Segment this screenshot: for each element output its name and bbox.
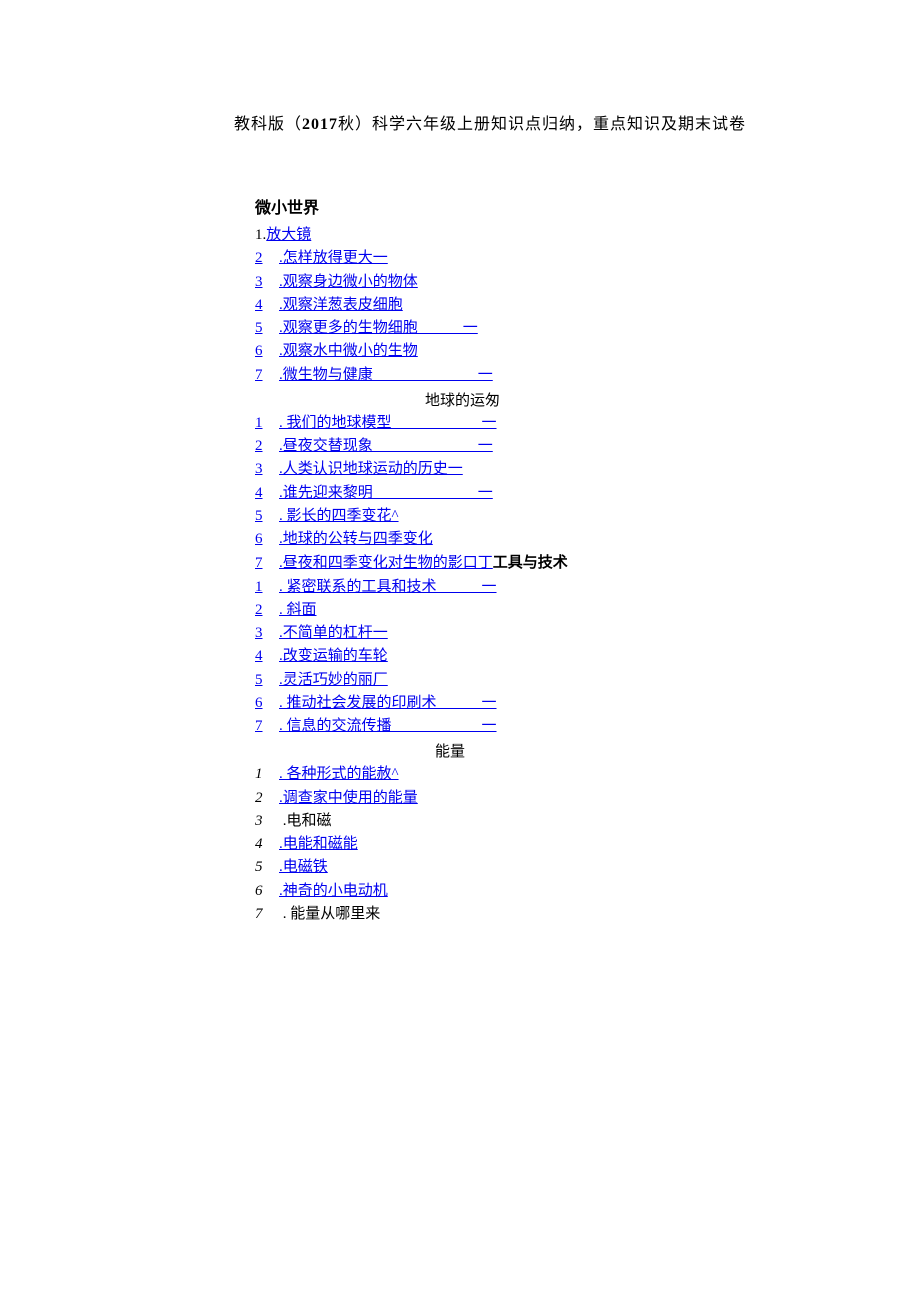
toc-number: 4 xyxy=(255,833,265,856)
toc-link[interactable]: .观察水中微小的生物 xyxy=(279,343,418,359)
toc-item: 1 . 紧密联系的工具和技术 一 xyxy=(255,576,840,599)
toc-item: 5 .电磁铁 xyxy=(255,856,840,879)
toc-link[interactable]: .改变运输的车轮 xyxy=(279,648,388,664)
toc-item: 3 .电和磁 xyxy=(255,810,840,833)
toc-number[interactable]: 4 xyxy=(255,482,265,505)
toc-number: 3 xyxy=(255,810,265,833)
toc-number[interactable]: 3 xyxy=(255,458,265,481)
toc-link[interactable]: .昼夜和四季变化对生物的影口丁 xyxy=(279,555,493,571)
toc-item: 4 .改变运输的车轮 xyxy=(255,645,840,668)
toc-link[interactable]: .神奇的小电动机 xyxy=(279,883,388,899)
toc-item: 6 .观察水中微小的生物 xyxy=(255,340,840,363)
toc-link: . 能量从哪里来 xyxy=(279,906,380,922)
toc-number[interactable]: 7 xyxy=(255,715,265,738)
toc-item: 2 .昼夜交替现象 一 xyxy=(255,435,840,458)
toc-number: 7 xyxy=(255,903,265,926)
toc-number[interactable]: 2 xyxy=(255,435,265,458)
toc-number[interactable]: 5 xyxy=(255,317,265,340)
toc-number: 1. xyxy=(255,224,266,247)
toc-item: 1.放大镜 xyxy=(255,224,840,247)
section-heading: 微小世界 xyxy=(255,194,840,218)
toc-link[interactable]: 放大镜 xyxy=(266,227,311,243)
toc-link[interactable]: .地球的公转与四季变化 xyxy=(279,531,433,547)
toc-link[interactable]: .谁先迎来黎明 一 xyxy=(279,485,493,501)
toc-item: 5 .灵活巧妙的丽厂 xyxy=(255,669,840,692)
toc-link[interactable]: .观察洋葱表皮细胞 xyxy=(279,297,403,313)
toc-item: 3 .不简单的杠杆一 xyxy=(255,622,840,645)
toc-number[interactable]: 7 xyxy=(255,552,265,575)
toc-number[interactable]: 5 xyxy=(255,505,265,528)
document-page: 教科版（2017秋）科学六年级上册知识点归纳，重点知识及期末试卷 微小世界 1.放… xyxy=(0,0,920,1026)
toc-link[interactable]: .微生物与健康 一 xyxy=(279,367,493,383)
toc-link[interactable]: . 推动社会发展的印刷术 一 xyxy=(279,695,497,711)
toc-link[interactable]: .电磁铁 xyxy=(279,859,328,875)
toc-item: 7 . 信息的交流传播 一 xyxy=(255,715,840,738)
toc-link[interactable]: .昼夜交替现象 一 xyxy=(279,438,493,454)
toc-item: 4 .电能和磁能 xyxy=(255,833,840,856)
toc-number[interactable]: 4 xyxy=(255,294,265,317)
toc-item: 1 . 各种形式的能赦^ xyxy=(255,763,840,786)
toc-number[interactable]: 6 xyxy=(255,528,265,551)
toc-link[interactable]: . 斜面 xyxy=(279,602,317,618)
toc-number[interactable]: 3 xyxy=(255,271,265,294)
toc-number[interactable]: 6 xyxy=(255,340,265,363)
toc-item: 5 .观察更多的生物细胞 一 xyxy=(255,317,840,340)
toc-number: 2 xyxy=(255,787,265,810)
toc-item: 2 . 斜面 xyxy=(255,599,840,622)
toc-number[interactable]: 1 xyxy=(255,576,265,599)
inline-section-heading: 工具与技术 xyxy=(493,554,568,571)
toc-number[interactable]: 2 xyxy=(255,599,265,622)
toc-link[interactable]: .观察身边微小的物体 xyxy=(279,274,418,290)
toc-link[interactable]: .灵活巧妙的丽厂 xyxy=(279,672,388,688)
toc-number[interactable]: 5 xyxy=(255,669,265,692)
toc-item: 3 .观察身边微小的物体 xyxy=(255,271,840,294)
toc-link[interactable]: . 我们的地球模型 一 xyxy=(279,415,497,431)
title-suffix: 秋）科学六年级上册知识点归纳，重点知识及期末试卷 xyxy=(338,116,746,133)
toc-number[interactable]: 1 xyxy=(255,412,265,435)
section-separator: 地球的运匆 xyxy=(425,389,840,410)
toc-link[interactable]: .调查家中使用的能量 xyxy=(279,790,418,806)
toc-number: 6 xyxy=(255,880,265,903)
toc-number: 5 xyxy=(255,856,265,879)
toc-number[interactable]: 3 xyxy=(255,622,265,645)
toc-item: 6 .神奇的小电动机 xyxy=(255,880,840,903)
table-of-contents: 微小世界1.放大镜2.怎样放得更大一3.观察身边微小的物体4.观察洋葱表皮细胞5… xyxy=(255,194,840,926)
section-separator: 能量 xyxy=(435,740,840,761)
toc-link[interactable]: .电能和磁能 xyxy=(279,836,358,852)
toc-link: .电和磁 xyxy=(279,813,332,829)
toc-link[interactable]: . 紧密联系的工具和技术 一 xyxy=(279,579,497,595)
toc-item: 2 .调查家中使用的能量 xyxy=(255,787,840,810)
toc-link[interactable]: .观察更多的生物细胞 一 xyxy=(279,320,478,336)
toc-link[interactable]: . 信息的交流传播 一 xyxy=(279,718,497,734)
title-year: 2017 xyxy=(302,116,338,133)
toc-number[interactable]: 2 xyxy=(255,247,265,270)
toc-link[interactable]: . 各种形式的能赦^ xyxy=(279,766,399,782)
toc-item: 7 .昼夜和四季变化对生物的影口丁工具与技术 xyxy=(255,551,840,575)
page-title: 教科版（2017秋）科学六年级上册知识点归纳，重点知识及期末试卷 xyxy=(140,110,840,134)
toc-link[interactable]: .怎样放得更大一 xyxy=(279,250,388,266)
toc-item: 5 . 影长的四季变花^ xyxy=(255,505,840,528)
toc-number[interactable]: 4 xyxy=(255,645,265,668)
toc-link[interactable]: .不简单的杠杆一 xyxy=(279,625,388,641)
toc-link[interactable]: . 影长的四季变花^ xyxy=(279,508,399,524)
toc-number[interactable]: 7 xyxy=(255,364,265,387)
toc-item: 6 . 推动社会发展的印刷术 一 xyxy=(255,692,840,715)
title-prefix: 教科版（ xyxy=(234,116,302,133)
toc-item: 4 .观察洋葱表皮细胞 xyxy=(255,294,840,317)
toc-item: 4 .谁先迎来黎明 一 xyxy=(255,482,840,505)
toc-item: 2 .怎样放得更大一 xyxy=(255,247,840,270)
toc-item: 3 .人类认识地球运动的历史一 xyxy=(255,458,840,481)
toc-item: 7 .微生物与健康 一 xyxy=(255,364,840,387)
toc-item: 6 .地球的公转与四季变化 xyxy=(255,528,840,551)
toc-item: 7 . 能量从哪里来 xyxy=(255,903,840,926)
toc-number: 1 xyxy=(255,763,265,786)
toc-number[interactable]: 6 xyxy=(255,692,265,715)
toc-link[interactable]: .人类认识地球运动的历史一 xyxy=(279,461,463,477)
toc-item: 1 . 我们的地球模型 一 xyxy=(255,412,840,435)
